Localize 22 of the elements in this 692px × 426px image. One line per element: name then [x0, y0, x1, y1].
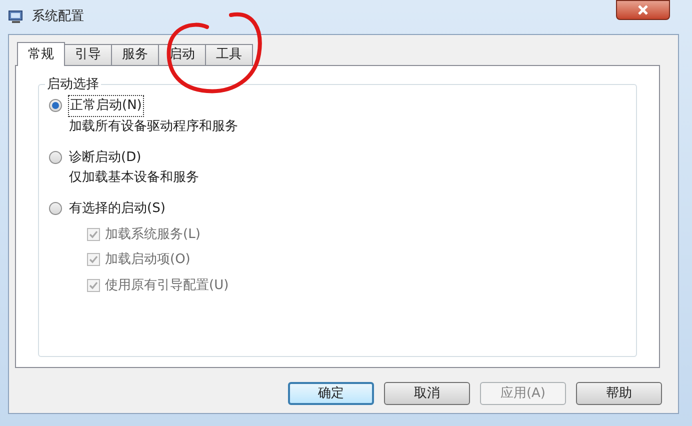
dialog-button[interactable]: 取消	[384, 382, 470, 405]
radio-button[interactable]	[49, 202, 62, 216]
window-title: 系统配置	[32, 8, 84, 26]
dialog-button[interactable]: 确定	[288, 382, 374, 405]
checkbox-label: 使用原有引导配置(U)	[105, 276, 229, 294]
checkbox-label: 加载系统服务(L)	[105, 226, 200, 244]
option-label: 诊断启动(D)	[68, 149, 142, 167]
tab[interactable]: 引导	[64, 44, 112, 65]
tab[interactable]: 工具	[205, 44, 253, 65]
radio-button[interactable]	[49, 151, 62, 164]
tab[interactable]: 常规	[17, 42, 65, 66]
option-label: 有选择的启动(S)	[68, 200, 166, 218]
radio-button[interactable]	[49, 99, 62, 112]
option-description: 仅加载基本设备和服务	[69, 168, 200, 186]
monitor-icon	[8, 9, 24, 25]
dialog-button[interactable]: 帮助	[576, 382, 662, 405]
option-description: 加载所有设备驱动程序和服务	[69, 118, 239, 136]
close-button[interactable]	[616, 0, 670, 20]
tab[interactable]: 服务	[111, 44, 159, 65]
checkbox-label: 加载启动项(O)	[105, 251, 190, 269]
close-icon	[637, 5, 649, 15]
option-label: 正常启动(N)	[68, 95, 144, 116]
